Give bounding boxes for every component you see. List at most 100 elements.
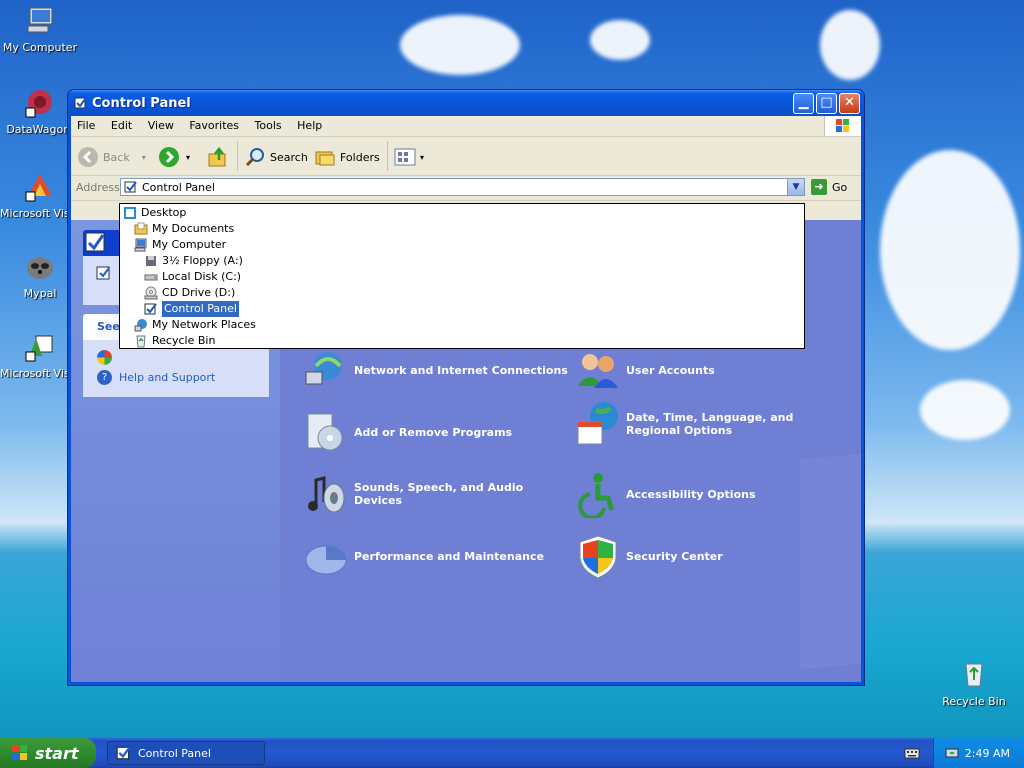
taskbar: start Control Panel 2:49 AM [0, 738, 1024, 768]
floppy-icon [146, 256, 156, 266]
dropdown-item-recycle-bin[interactable]: Recycle Bin [134, 333, 215, 349]
back-button[interactable]: Back ▾ [77, 145, 146, 169]
computer-icon [134, 238, 147, 252]
title-bar[interactable]: Control Panel ▁ □ ✕ [68, 90, 864, 116]
dropdown-item-my-network-places[interactable]: My Network Places [134, 317, 256, 333]
dropdown-item-label: Local Disk (C:) [162, 270, 242, 283]
windows-logo-icon [836, 119, 849, 132]
menu-file[interactable]: File [71, 116, 101, 135]
dropdown-item-control-panel[interactable]: Control Panel [144, 300, 240, 318]
safely-remove-hardware-icon[interactable] [944, 745, 960, 761]
category-security-center[interactable]: Security Center [574, 532, 846, 580]
visual-basic-icon [25, 335, 53, 362]
category-label: Add or Remove Programs [354, 425, 513, 439]
window-title: Control Panel [92, 96, 191, 111]
category-label: Accessibility Options [626, 487, 756, 501]
category-performance-maintenance[interactable]: Performance and Maintenance [302, 532, 574, 580]
category-add-remove-programs[interactable]: Add or Remove Programs [302, 408, 574, 456]
control-panel-icon [116, 746, 131, 760]
dropdown-item-my-documents[interactable]: My Documents [134, 221, 234, 237]
control-panel-window[interactable]: Control Panel ▁ □ ✕ File Edit View Favor… [67, 89, 865, 686]
control-panel-icon [85, 232, 105, 252]
help-and-support-link[interactable]: Help and Support [119, 371, 215, 384]
add-remove-programs-icon [307, 413, 343, 451]
folders-button[interactable]: Folders [314, 145, 380, 169]
sounds-icon [308, 476, 345, 513]
category-sounds-speech-audio[interactable]: Sounds, Speech, and Audio Devices [302, 470, 574, 518]
start-label: start [35, 743, 79, 763]
control-panel-icon [124, 181, 137, 193]
address-field[interactable]: Control Panel ▼ [120, 178, 805, 196]
maximize-button[interactable]: □ [816, 93, 837, 114]
menu-edit[interactable]: Edit [105, 116, 138, 135]
category-label: Performance and Maintenance [354, 549, 544, 563]
forward-dropdown-icon[interactable]: ▾ [186, 153, 190, 162]
dropdown-item-label: 3½ Floppy (A:) [162, 254, 243, 267]
desktop-icon-label: My Computer [2, 41, 78, 54]
start-button[interactable]: start [0, 738, 96, 768]
address-label: Address [76, 181, 120, 194]
accessibility-icon [578, 473, 615, 518]
dropdown-item-local-disk[interactable]: Local Disk (C:) [144, 269, 241, 285]
category-accessibility[interactable]: Accessibility Options [574, 470, 846, 518]
category-date-time-language[interactable]: Date, Time, Language, and Regional Optio… [574, 400, 846, 448]
dropdown-item-label: My Documents [152, 222, 235, 235]
user-accounts-icon [578, 354, 618, 388]
dropdown-item-my-computer[interactable]: My Computer [134, 237, 226, 253]
menu-favorites[interactable]: Favorites [183, 116, 245, 135]
folder-icon [134, 222, 148, 235]
recycle-bin-icon [136, 335, 146, 348]
back-dropdown-icon[interactable]: ▾ [142, 153, 146, 162]
performance-icon [305, 545, 347, 575]
taskbar-button-control-panel[interactable]: Control Panel [107, 741, 265, 765]
go-arrow-icon: ➜ [811, 179, 827, 195]
toolbar-separator [387, 141, 388, 171]
system-tray: 2:49 AM [933, 738, 1024, 768]
address-value: Control Panel [142, 181, 215, 194]
keyboard-icon[interactable] [904, 746, 920, 760]
dropdown-item-cd-drive[interactable]: CD Drive (D:) [144, 285, 235, 301]
address-bar: Address Control Panel ▼ ➜ Go [71, 176, 861, 201]
date-time-globe-icon [577, 402, 618, 445]
category-network[interactable]: Network and Internet Connections [302, 346, 574, 394]
views-button[interactable]: ▾ [394, 145, 424, 169]
folders-label: Folders [340, 150, 380, 164]
menu-view[interactable]: View [142, 116, 180, 135]
up-folder-icon [208, 146, 226, 167]
dropdown-item-floppy[interactable]: 3½ Floppy (A:) [144, 253, 243, 269]
recycle-bin-icon [965, 663, 983, 687]
menu-tools[interactable]: Tools [249, 116, 288, 135]
menu-help[interactable]: Help [291, 116, 328, 135]
folders-icon [315, 151, 335, 166]
cloud [920, 380, 1010, 440]
windows-update-icon [97, 350, 112, 365]
disk-icon [144, 274, 158, 281]
up-button[interactable] [207, 145, 229, 169]
desktop-icon-my-computer[interactable]: My Computer [0, 4, 80, 54]
switch-view-icon[interactable] [95, 264, 115, 284]
clock[interactable]: 2:49 AM [965, 747, 1010, 760]
category-user-accounts[interactable]: User Accounts [574, 346, 846, 394]
minimize-button[interactable]: ▁ [793, 93, 814, 114]
menu-bar: File Edit View Favorites Tools Help [71, 116, 861, 137]
views-dropdown-icon[interactable]: ▾ [420, 153, 424, 162]
close-button[interactable]: ✕ [839, 93, 860, 114]
search-button[interactable]: Search [244, 145, 308, 169]
desktop-icon-recycle-bin[interactable]: Recycle Bin [934, 658, 1014, 708]
dropdown-item-label: My Computer [152, 238, 227, 251]
address-dropdown-button[interactable]: ▼ [787, 179, 804, 195]
security-shield-icon [579, 535, 617, 579]
windows-flag-logo [824, 116, 861, 136]
mypal-icon [27, 257, 53, 279]
cloud [400, 15, 520, 75]
forward-button[interactable]: ▾ [158, 145, 190, 169]
go-button[interactable]: ➜ Go [811, 179, 847, 195]
forward-arrow-icon [159, 147, 179, 167]
network-icon [134, 319, 147, 332]
category-label: Security Center [626, 549, 723, 563]
address-dropdown-list: Desktop My Documents My Computer 3½ Flop… [119, 203, 805, 349]
visual-cpp-icon [25, 174, 52, 202]
category-label: User Accounts [626, 363, 715, 377]
dropdown-item-desktop[interactable]: Desktop [123, 205, 186, 221]
search-label: Search [270, 150, 308, 164]
